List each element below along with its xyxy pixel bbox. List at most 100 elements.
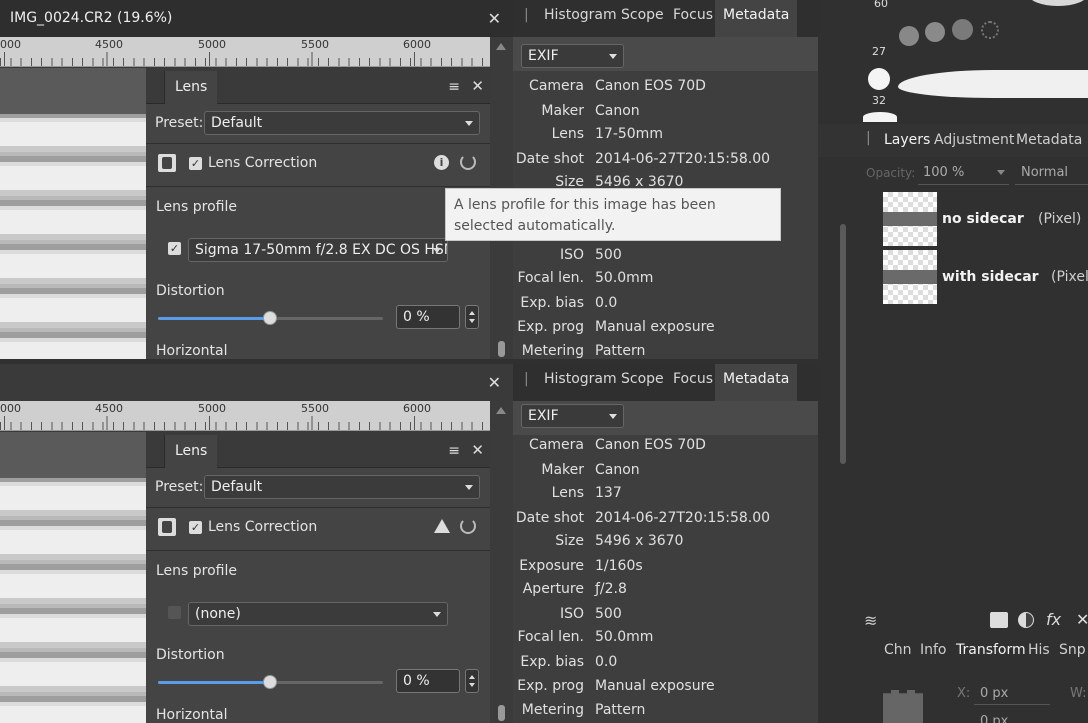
- blend-mode-select[interactable]: Normal: [1015, 161, 1088, 185]
- x-input[interactable]: 0 px: [974, 683, 1050, 705]
- distortion-stepper[interactable]: [465, 305, 479, 329]
- brush-preset[interactable]: [981, 21, 999, 39]
- mask-icon[interactable]: [990, 612, 1008, 628]
- distortion-input[interactable]: 0 %: [396, 669, 460, 693]
- metadata-category-select[interactable]: EXIF: [521, 44, 624, 68]
- tab-metadata[interactable]: Metadata: [715, 0, 798, 37]
- tab-adjustment[interactable]: Adjustment: [934, 132, 1014, 148]
- lens-correction-label: Lens Correction: [208, 519, 318, 535]
- delete-layer-icon[interactable]: ✕: [1076, 610, 1088, 629]
- scroll-thumb[interactable]: [498, 705, 505, 721]
- layer-thumbnail: [883, 192, 937, 246]
- tab-focus[interactable]: Focus: [673, 0, 713, 37]
- close-document-icon[interactable]: ✕: [488, 0, 501, 37]
- distortion-stepper[interactable]: [465, 669, 479, 693]
- metadata-category-select[interactable]: EXIF: [521, 404, 624, 428]
- lens-correction-checkbox[interactable]: ✓: [189, 521, 202, 534]
- meta-value: Canon: [595, 103, 640, 119]
- brush-size-label: 32: [872, 94, 886, 107]
- tab-scope[interactable]: Scope: [621, 364, 664, 401]
- meta-value: 1/160s: [595, 558, 643, 574]
- lens-profile-checkbox[interactable]: [168, 606, 181, 619]
- reset-icon[interactable]: [460, 518, 476, 534]
- tab-metadata[interactable]: Metadata: [715, 364, 798, 401]
- tab-info[interactable]: Info: [920, 642, 947, 658]
- lens-correction-label: Lens Correction: [208, 155, 318, 171]
- distortion-slider-handle[interactable]: [263, 311, 277, 325]
- metadata-panel-bottom: | Histogram Scope Focus Metadata EXIF Ca…: [513, 364, 818, 723]
- layer-name: with sidecar: [942, 269, 1039, 285]
- lens-profile-select[interactable]: Sigma 17-50mm f/2.8 EX DC OS HSM: [188, 238, 448, 262]
- lens-correction-checkbox[interactable]: ✓: [189, 157, 202, 170]
- distortion-slider-fill: [158, 317, 270, 320]
- y-input[interactable]: 0 px: [974, 713, 1050, 723]
- metadata-toolbar: EXIF: [513, 37, 818, 71]
- ruler-label: 5500: [301, 402, 329, 415]
- dock-scrollbar[interactable]: [840, 224, 846, 464]
- meta-key: ISO: [559, 606, 584, 622]
- scroll-up-arrow-icon[interactable]: [496, 43, 506, 50]
- reset-icon[interactable]: [460, 154, 476, 170]
- blend-mode-value: Normal: [1021, 165, 1069, 180]
- tab-focus[interactable]: Focus: [673, 364, 713, 401]
- brush-preset[interactable]: [952, 19, 973, 40]
- tab-transform[interactable]: Transform: [956, 642, 1026, 658]
- info-icon[interactable]: i: [434, 155, 449, 170]
- scroll-thumb[interactable]: [498, 341, 505, 357]
- brush-preset[interactable]: [1028, 0, 1088, 6]
- tab-layers[interactable]: Layers: [884, 132, 930, 148]
- brush-preset[interactable]: [863, 112, 897, 122]
- warning-icon[interactable]: [434, 519, 450, 533]
- anchor-selector-icon[interactable]: [883, 690, 923, 723]
- tab-layer-metadata[interactable]: Metadata: [1016, 132, 1082, 148]
- tab-histogram[interactable]: Histogram: [544, 0, 617, 37]
- horizontal-ruler: 000 4500 5000 5500 6000: [0, 401, 490, 431]
- distortion-slider-handle[interactable]: [263, 675, 277, 689]
- brush-preset[interactable]: [925, 22, 945, 42]
- ruler-label: 6000: [403, 402, 431, 415]
- tab-scope[interactable]: Scope: [621, 0, 664, 37]
- brush-stroke-preview[interactable]: [898, 70, 1088, 98]
- preset-label: Preset:: [155, 479, 204, 495]
- vertical-scrollbar[interactable]: [490, 401, 513, 723]
- ruler-label: 000: [0, 402, 21, 415]
- layers-stack-icon[interactable]: ≋: [864, 611, 877, 630]
- panel-close-icon[interactable]: ✕: [471, 441, 484, 459]
- canvas-background: [0, 432, 146, 478]
- brush-preset[interactable]: [899, 26, 919, 46]
- meta-value: Pattern: [595, 702, 646, 718]
- panel-menu-icon[interactable]: ≡: [448, 443, 460, 459]
- adjustment-icon[interactable]: [1018, 612, 1034, 628]
- lens-tab[interactable]: Lens: [164, 71, 218, 104]
- lens-profile-select[interactable]: (none): [188, 602, 448, 626]
- meta-key: Focal len.: [517, 629, 584, 645]
- panel-close-icon[interactable]: ✕: [471, 77, 484, 95]
- meta-value: Pattern: [595, 343, 646, 359]
- scroll-up-arrow-icon[interactable]: [496, 407, 506, 414]
- meta-value: 50.0mm: [595, 629, 654, 645]
- lens-profile-value: (none): [195, 606, 241, 622]
- close-document-icon[interactable]: ✕: [488, 364, 501, 401]
- meta-key: Aperture: [522, 581, 584, 597]
- document-title-bar[interactable]: IMG_0024.CR2 (19.6%): [0, 0, 513, 37]
- preset-select[interactable]: Default: [204, 475, 480, 499]
- metadata-category-value: EXIF: [528, 408, 559, 424]
- preset-select[interactable]: Default: [204, 111, 480, 135]
- layer-row[interactable]: with sidecar (Pixel): [878, 248, 1088, 304]
- divider: [146, 186, 490, 187]
- tab-history[interactable]: His: [1028, 642, 1050, 658]
- lens-profile-checkbox[interactable]: ✓: [168, 242, 181, 255]
- lens-tab[interactable]: Lens: [164, 435, 218, 468]
- brush-preset[interactable]: [868, 68, 890, 90]
- tab-channels[interactable]: Chn: [884, 642, 912, 658]
- document-title-bar[interactable]: [0, 364, 513, 401]
- distortion-input[interactable]: 0 %: [396, 305, 460, 329]
- ruler-label: 5500: [301, 38, 329, 51]
- layer-row[interactable]: no sidecar (Pixel): [878, 190, 1088, 246]
- panel-menu-icon[interactable]: ≡: [448, 79, 460, 95]
- tab-snapshots[interactable]: Snp: [1059, 642, 1086, 658]
- fx-icon[interactable]: fx: [1046, 610, 1061, 629]
- document-window-top: IMG_0024.CR2 (19.6%) ✕ 000 4500 5000 550…: [0, 0, 513, 359]
- opacity-select[interactable]: 100 %: [918, 161, 1009, 185]
- tab-histogram[interactable]: Histogram: [544, 364, 617, 401]
